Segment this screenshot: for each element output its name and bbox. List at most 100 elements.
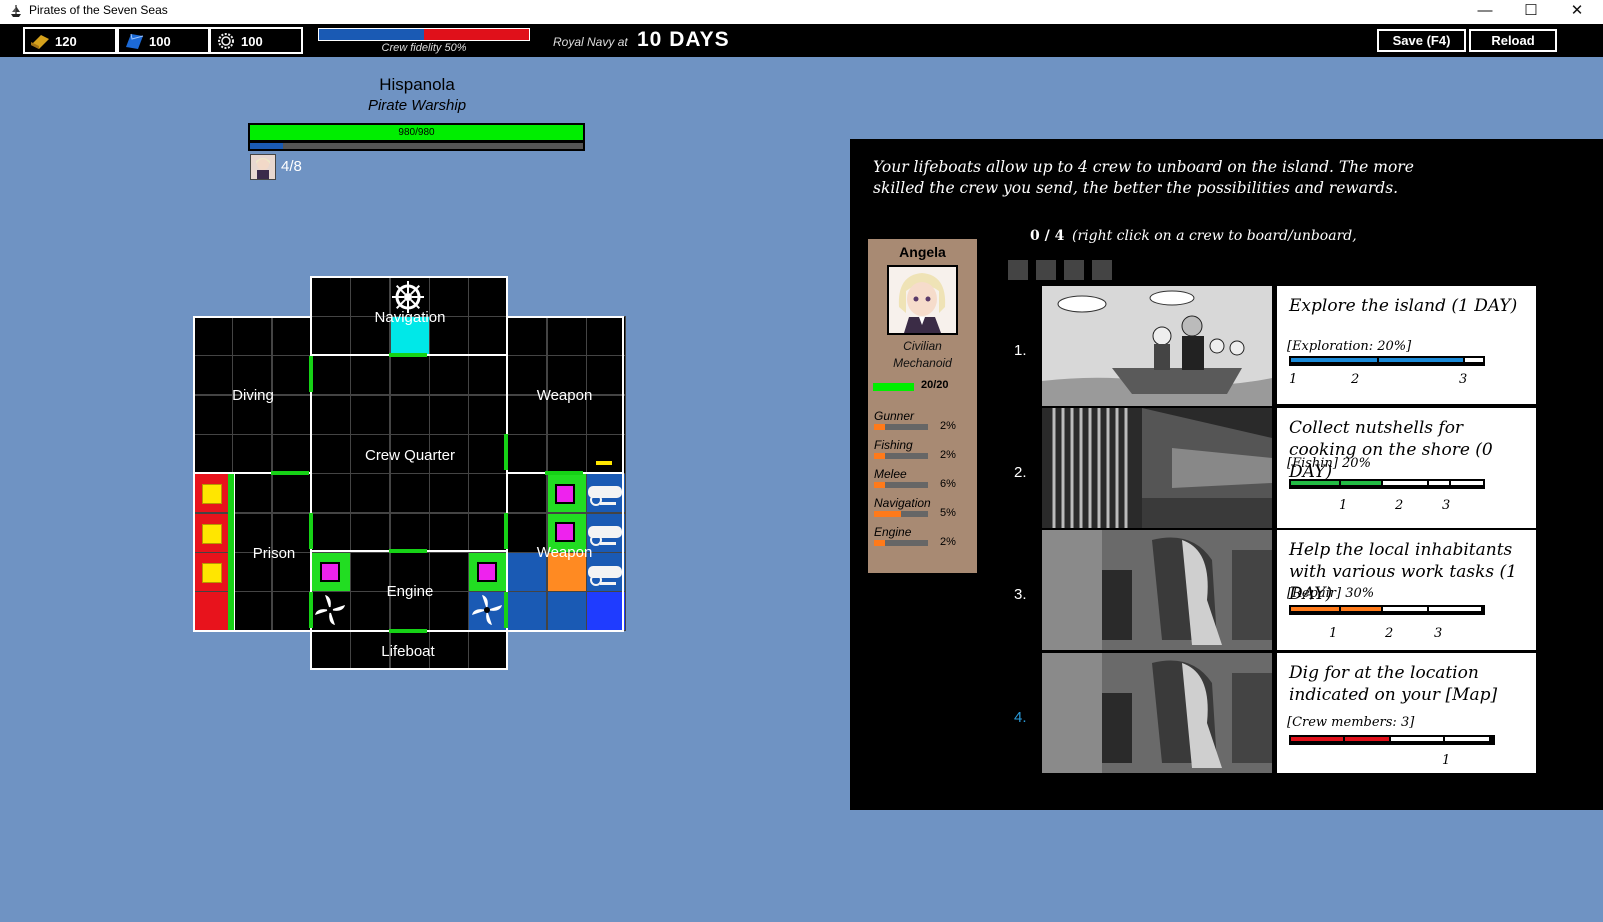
- task-scene-image: [1042, 653, 1272, 773]
- ship-secondary-bar: [248, 141, 585, 151]
- ship-tile[interactable]: [428, 394, 469, 435]
- ship-tile[interactable]: [546, 433, 587, 474]
- ship-tile[interactable]: [310, 512, 351, 553]
- boarding-slot[interactable]: [1008, 260, 1028, 280]
- ship-tile[interactable]: [310, 433, 351, 474]
- prisoner-marker[interactable]: [202, 563, 222, 583]
- room-wall: [506, 316, 624, 318]
- ship-tile[interactable]: [350, 355, 391, 396]
- ship-tile[interactable]: [271, 591, 312, 632]
- cannon-icon[interactable]: [586, 558, 624, 592]
- close-button[interactable]: ✕: [1554, 0, 1600, 24]
- task-scene-image: [1042, 286, 1272, 406]
- ship-tile[interactable]: [310, 276, 351, 317]
- ship-tile[interactable]: [546, 591, 587, 632]
- engine-propeller-icon[interactable]: [311, 591, 349, 629]
- ship-tile[interactable]: [310, 630, 351, 671]
- ship-tile[interactable]: [468, 433, 509, 474]
- minimize-button[interactable]: —: [1462, 0, 1508, 24]
- ship-tile[interactable]: [389, 512, 430, 553]
- crew-avatar[interactable]: [250, 154, 276, 180]
- ship-tile[interactable]: [389, 394, 430, 435]
- ship-tile[interactable]: [193, 433, 233, 474]
- skill-bar: [874, 424, 928, 430]
- ship-tile[interactable]: [507, 473, 548, 514]
- door[interactable]: [309, 356, 313, 392]
- door[interactable]: [309, 513, 313, 549]
- ship-tile[interactable]: [310, 394, 351, 435]
- door[interactable]: [504, 434, 508, 470]
- ship-tile[interactable]: [428, 512, 469, 553]
- ship-tile[interactable]: [507, 316, 548, 356]
- task-tier-tick: 2: [1385, 626, 1394, 641]
- ship-tile[interactable]: [468, 630, 509, 671]
- ship-tile[interactable]: [193, 316, 233, 356]
- crew-card[interactable]: Angela Civilian Mechanoid 20/20 Gunner 2%…: [868, 239, 977, 573]
- ship-tile[interactable]: [586, 591, 626, 632]
- ship-tile[interactable]: [350, 512, 391, 553]
- ship-tile[interactable]: [310, 316, 351, 356]
- ship-tile[interactable]: [271, 316, 312, 356]
- door[interactable]: [271, 471, 309, 475]
- cloth-value: 100: [149, 34, 171, 49]
- window-title: Pirates of the Seven Seas: [29, 3, 168, 17]
- task-card[interactable]: Dig for at the location indicated on you…: [1277, 653, 1536, 773]
- ship-tile[interactable]: [271, 473, 312, 514]
- save-button[interactable]: Save (F4): [1377, 29, 1466, 52]
- boarding-slot[interactable]: [1036, 260, 1056, 280]
- ship-tile[interactable]: [468, 316, 509, 356]
- ship-tile[interactable]: [350, 473, 391, 514]
- engine-propeller-icon[interactable]: [468, 591, 506, 629]
- task-illustration[interactable]: [1042, 286, 1272, 406]
- task-illustration[interactable]: [1042, 530, 1272, 650]
- ship-tile[interactable]: [468, 512, 509, 553]
- task-number: 2.: [1014, 464, 1027, 481]
- ship-tile[interactable]: [546, 316, 587, 356]
- task-illustration[interactable]: [1042, 653, 1272, 773]
- ship-tile[interactable]: [586, 433, 626, 474]
- maximize-button[interactable]: ☐: [1508, 0, 1554, 24]
- ship-tile[interactable]: [310, 355, 351, 396]
- task-card[interactable]: Collect nutshells for cooking on the sho…: [1277, 408, 1536, 528]
- task-card[interactable]: Help the local inhabitants with various …: [1277, 530, 1536, 650]
- ship-tile[interactable]: [428, 473, 469, 514]
- task-card[interactable]: Explore the island (1 DAY) [Exploration: …: [1277, 286, 1536, 404]
- ship-tile[interactable]: [389, 473, 430, 514]
- reload-button[interactable]: Reload: [1469, 29, 1557, 52]
- cannon-icon[interactable]: [586, 478, 624, 512]
- door[interactable]: [504, 513, 508, 549]
- crew-station[interactable]: [477, 562, 497, 582]
- ship-tile[interactable]: [232, 316, 273, 356]
- door[interactable]: [389, 353, 427, 357]
- ship-tile[interactable]: [232, 433, 273, 474]
- door[interactable]: [545, 471, 583, 475]
- ship-tile[interactable]: [232, 473, 273, 514]
- ship-tile[interactable]: [468, 276, 509, 317]
- crew-station[interactable]: [320, 562, 340, 582]
- ship-tile[interactable]: [271, 433, 312, 474]
- prisoner-marker[interactable]: [202, 524, 222, 544]
- ship-tile[interactable]: [350, 394, 391, 435]
- room-label-prison: Prison: [252, 545, 296, 562]
- ship-tile[interactable]: [468, 355, 509, 396]
- door[interactable]: [389, 629, 427, 633]
- ship-tile[interactable]: [193, 591, 233, 632]
- task-illustration[interactable]: [1042, 408, 1272, 528]
- ship-tile[interactable]: [310, 473, 351, 514]
- crew-station[interactable]: [555, 484, 575, 504]
- ship-tile[interactable]: [468, 394, 509, 435]
- task-progress-segment: [1451, 481, 1483, 485]
- ship-tile[interactable]: [389, 355, 430, 396]
- ship-tile[interactable]: [507, 591, 548, 632]
- ship-tile[interactable]: [507, 433, 548, 474]
- ship-tile[interactable]: [468, 473, 509, 514]
- room-wall: [193, 630, 311, 632]
- boarding-slot[interactable]: [1064, 260, 1084, 280]
- ship-tile[interactable]: [428, 355, 469, 396]
- crew-station[interactable]: [555, 522, 575, 542]
- ship-tile[interactable]: [232, 591, 273, 632]
- door[interactable]: [389, 549, 427, 553]
- boarding-slot[interactable]: [1092, 260, 1112, 280]
- prisoner-marker[interactable]: [202, 484, 222, 504]
- ship-tile[interactable]: [586, 316, 626, 356]
